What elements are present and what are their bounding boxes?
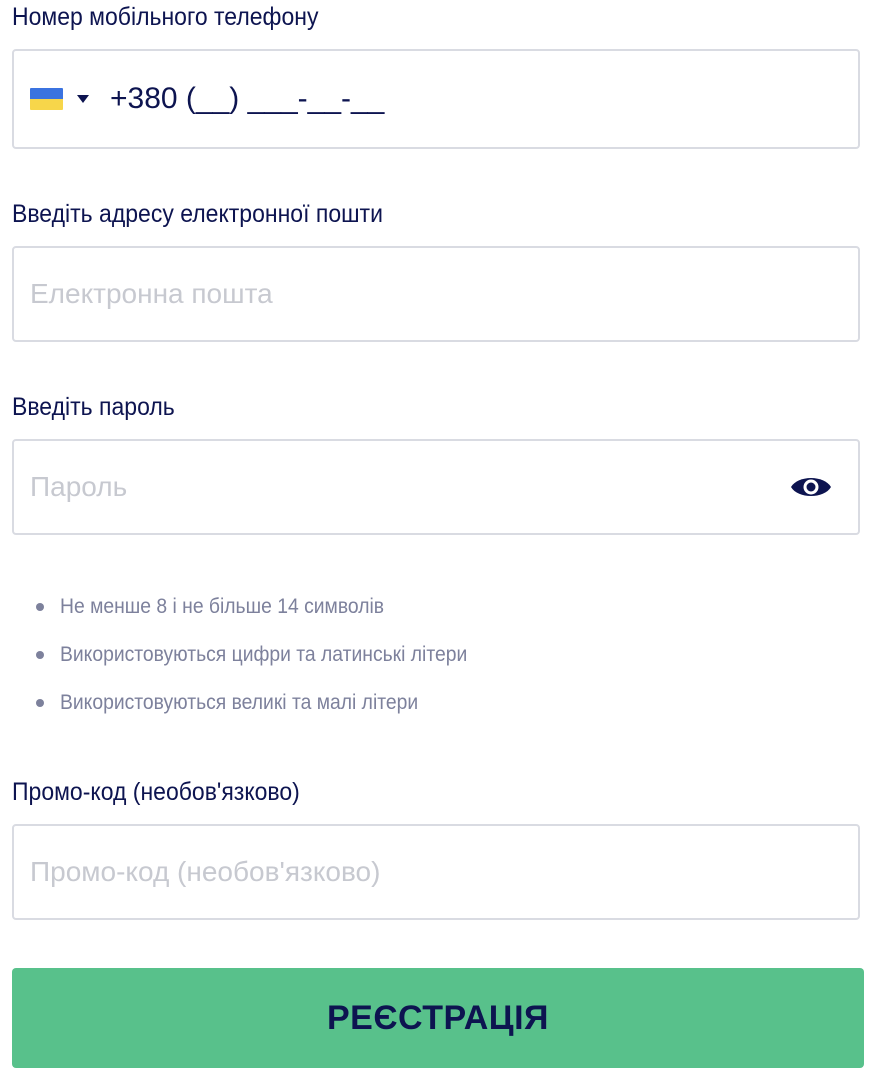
password-rule: Не менше 8 і не більше 14 символів [34, 590, 503, 638]
password-field-box [12, 439, 860, 535]
password-input[interactable] [30, 441, 790, 533]
promo-label: Промо-код (необов'язково) [12, 778, 300, 806]
password-rule: Використовуються великі та малі літери [34, 686, 503, 734]
password-rule: Використовуються цифри та латинські літе… [34, 638, 503, 686]
caret-down-icon [77, 95, 89, 103]
password-rules-list: Не менше 8 і не більше 14 символів Викор… [34, 590, 503, 734]
bullet-icon [36, 651, 44, 659]
phone-field[interactable]: +380 (__) ___-__-__ [12, 49, 860, 149]
ukraine-flag-icon [30, 88, 63, 110]
email-field-box [12, 246, 860, 342]
password-rule-text: Не менше 8 і не більше 14 символів [60, 595, 385, 618]
bullet-icon [36, 699, 44, 707]
country-selector[interactable] [30, 51, 89, 147]
register-button[interactable]: РЕЄСТРАЦІЯ [12, 968, 864, 1068]
eye-icon[interactable] [790, 472, 832, 502]
bullet-icon [36, 603, 44, 611]
promo-field-box [12, 824, 860, 920]
phone-input[interactable]: +380 (__) ___-__-__ [110, 51, 384, 147]
phone-label: Номер мобільного телефону [12, 3, 319, 31]
password-rule-text: Використовуються цифри та латинські літе… [60, 643, 468, 666]
email-input[interactable] [30, 248, 790, 340]
email-label: Введіть адресу електронної пошти [12, 200, 383, 228]
password-label: Введіть пароль [12, 393, 175, 421]
promo-input[interactable] [30, 826, 790, 918]
password-rule-text: Використовуються великі та малі літери [60, 691, 419, 714]
